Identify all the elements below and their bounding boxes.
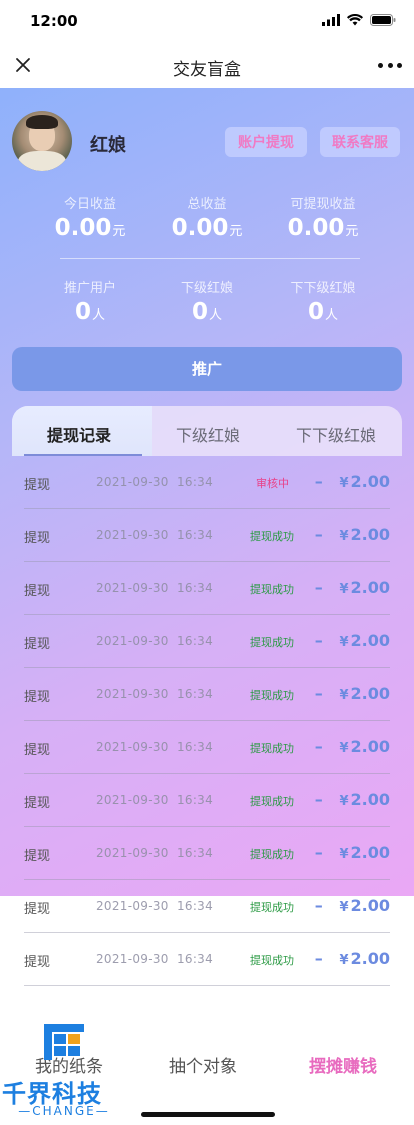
battery-icon (370, 14, 396, 26)
record-type: 提现 (24, 531, 51, 546)
record-amount: – ¥2.00 (314, 684, 390, 703)
record-time: 2021-09-30 16:34 (96, 952, 214, 966)
stat-total-earnings: 总收益 0.00元 (147, 193, 267, 241)
home-indicator (141, 1112, 275, 1117)
record-row: 提现 2021-09-30 16:34 提现成功 – ¥2.00 (24, 774, 390, 827)
record-row: 提现 2021-09-30 16:34 审核中 – ¥2.00 (24, 456, 390, 509)
divider (60, 258, 360, 259)
record-type: 提现 (24, 637, 51, 652)
record-type: 提现 (24, 584, 51, 599)
promote-button[interactable]: 推广 (12, 347, 402, 391)
record-time: 2021-09-30 16:34 (96, 528, 214, 542)
stat-label: 可提现收益 (290, 197, 356, 212)
record-type: 提现 (24, 849, 51, 864)
watermark-subtitle: —CHANGE— (18, 1104, 110, 1118)
watermark: 千界科技 —CHANGE— (0, 1018, 130, 1125)
record-time: 2021-09-30 16:34 (96, 581, 214, 595)
tab-subsub-matchmakers[interactable]: 下下级红娘 (271, 422, 401, 446)
record-status: 提现成功 (250, 583, 294, 596)
stat-sub-matchmakers: 下级红娘 0人 (147, 277, 267, 325)
stat-value: 0人 (307, 299, 339, 325)
stat-value: 0.00元 (287, 215, 359, 241)
record-tabs: 提现记录 下级红娘 下下级红娘 (12, 406, 402, 456)
record-time: 2021-09-30 16:34 (96, 687, 214, 701)
contact-service-button[interactable]: 联系客服 (320, 127, 400, 157)
stat-value: 0人 (74, 299, 106, 325)
stat-subsub-matchmakers: 下下级红娘 0人 (263, 277, 383, 325)
stat-value: 0.00元 (171, 215, 243, 241)
tab-sub-matchmakers[interactable]: 下级红娘 (143, 422, 273, 446)
record-amount: – ¥2.00 (314, 631, 390, 650)
stat-referred-users: 推广用户 0人 (30, 277, 150, 325)
record-type: 提现 (24, 796, 51, 811)
record-amount: – ¥2.00 (314, 896, 390, 915)
page-title: 交友盲盒 (173, 60, 241, 80)
record-row: 提现 2021-09-30 16:34 提现成功 – ¥2.00 (24, 615, 390, 668)
record-row: 提现 2021-09-30 16:34 提现成功 – ¥2.00 (24, 509, 390, 562)
record-row: 提现 2021-09-30 16:34 提现成功 – ¥2.00 (24, 668, 390, 721)
record-time: 2021-09-30 16:34 (96, 793, 214, 807)
record-amount: – ¥2.00 (314, 949, 390, 968)
stat-label: 下下级红娘 (290, 281, 356, 296)
stat-withdrawable-earnings: 可提现收益 0.00元 (263, 193, 383, 241)
stat-label: 推广用户 (63, 281, 116, 296)
record-type: 提现 (24, 955, 51, 970)
withdraw-record-list: 提现 2021-09-30 16:34 审核中 – ¥2.00 提现 2021-09-30… (24, 456, 390, 986)
record-time: 2021-09-30 16:34 (96, 475, 214, 489)
avatar[interactable] (12, 111, 72, 171)
status-icons (322, 14, 396, 26)
record-row: 提现 2021-09-30 16:34 提现成功 – ¥2.00 (24, 562, 390, 615)
stat-value: 0人 (191, 299, 223, 325)
withdraw-button[interactable]: 账户提现 (225, 127, 307, 157)
record-amount: – ¥2.00 (314, 790, 390, 809)
wifi-icon (347, 14, 363, 26)
record-status: 提现成功 (250, 954, 294, 967)
signal-icon (322, 14, 340, 26)
record-type: 提现 (24, 743, 51, 758)
status-time: 12:00 (30, 12, 78, 30)
record-row: 提现 2021-09-30 16:34 提现成功 – ¥2.00 (24, 933, 390, 986)
tab-withdraw-records[interactable]: 提现记录 (14, 422, 144, 446)
record-row: 提现 2021-09-30 16:34 提现成功 – ¥2.00 (24, 880, 390, 933)
record-amount: – ¥2.00 (314, 578, 390, 597)
nav-bar: 交友盲盒 (0, 44, 414, 88)
record-row: 提现 2021-09-30 16:34 提现成功 – ¥2.00 (24, 721, 390, 774)
record-amount: – ¥2.00 (314, 843, 390, 862)
record-status: 提现成功 (250, 689, 294, 702)
stat-value: 0.00元 (54, 215, 126, 241)
bottom-nav-draw-partner[interactable]: 抽个对象 (134, 1052, 272, 1077)
record-time: 2021-09-30 16:34 (96, 846, 214, 860)
record-type: 提现 (24, 690, 51, 705)
record-amount: – ¥2.00 (314, 737, 390, 756)
record-status: 提现成功 (250, 636, 294, 649)
username: 红娘 (90, 135, 126, 156)
record-time: 2021-09-30 16:34 (96, 634, 214, 648)
record-amount: – ¥2.00 (314, 472, 390, 491)
record-status: 提现成功 (250, 742, 294, 755)
record-status: 审核中 (256, 477, 289, 490)
record-row: 提现 2021-09-30 16:34 提现成功 – ¥2.00 (24, 827, 390, 880)
more-icon[interactable] (378, 54, 402, 76)
watermark-logo-icon (44, 1024, 84, 1060)
record-type: 提现 (24, 478, 51, 493)
record-status: 提现成功 (250, 901, 294, 914)
stat-label: 总收益 (187, 197, 227, 212)
record-amount: – ¥2.00 (314, 525, 390, 544)
record-status: 提现成功 (250, 848, 294, 861)
record-time: 2021-09-30 16:34 (96, 899, 214, 913)
record-status: 提现成功 (250, 795, 294, 808)
status-bar: 12:00 (0, 0, 414, 44)
record-type: 提现 (24, 902, 51, 917)
record-status: 提现成功 (250, 530, 294, 543)
stat-label: 下级红娘 (180, 281, 233, 296)
stat-label: 今日收益 (63, 197, 116, 212)
stat-today-earnings: 今日收益 0.00元 (30, 193, 150, 241)
record-time: 2021-09-30 16:34 (96, 740, 214, 754)
bottom-nav-stall-earn[interactable]: 摆摊赚钱 (274, 1052, 412, 1077)
